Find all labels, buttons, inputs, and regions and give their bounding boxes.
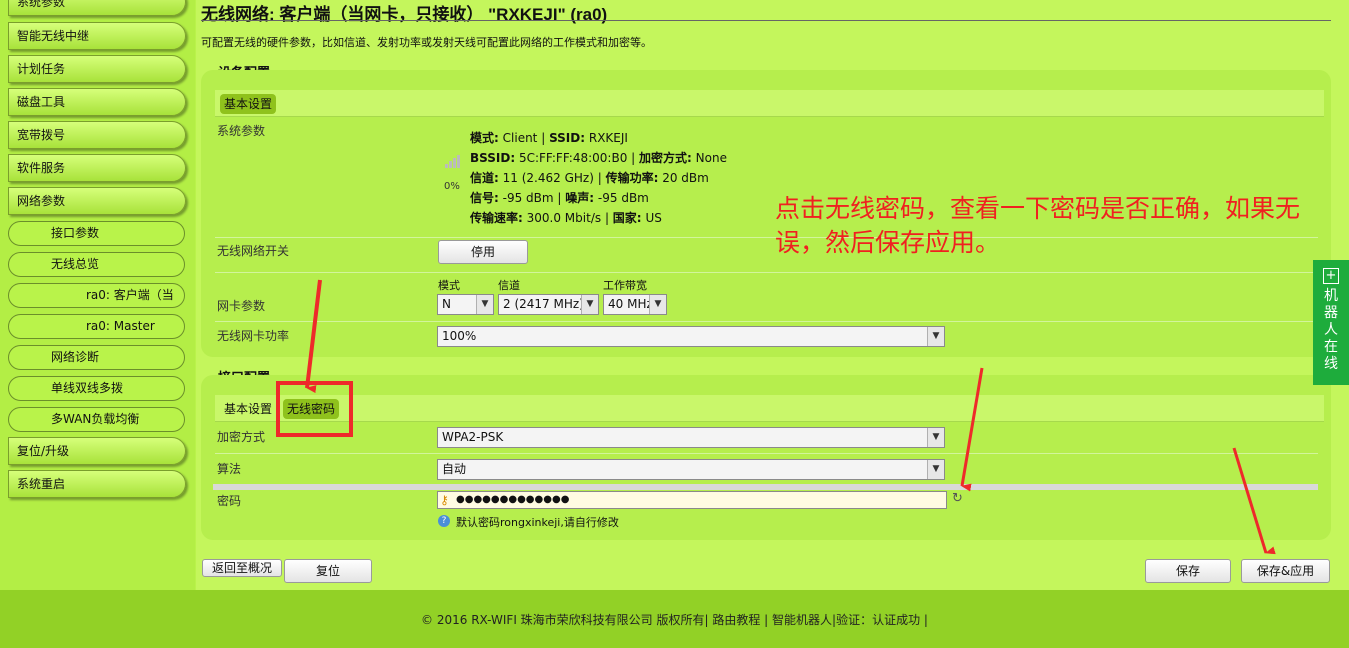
page-description: 可配置无线的硬件参数，比如信道、发射功率或发射天线可配置此网络的工作模式和加密等… bbox=[201, 36, 652, 49]
save-button[interactable]: 保存 bbox=[1145, 559, 1231, 583]
sidebar-item-pppoe[interactable]: 宽带拨号 bbox=[8, 121, 186, 149]
sidebar-subitem-interfaces[interactable]: 接口参数 bbox=[8, 221, 185, 246]
sidebar-item-reset-upgrade[interactable]: 复位/升级 bbox=[8, 437, 186, 465]
sidebar-item-reboot[interactable]: 系统重启 bbox=[8, 470, 186, 498]
mode-value: Client bbox=[502, 131, 538, 145]
mode-column-label: 模式 bbox=[438, 279, 460, 292]
password-input[interactable]: ⚷ ●●●●●●●●●●●●● bbox=[437, 491, 947, 509]
signal-value: -95 dBm bbox=[502, 191, 554, 205]
ssid-value: RXKEJI bbox=[588, 131, 628, 145]
sidebar-item-scheduled-tasks[interactable]: 计划任务 bbox=[8, 55, 186, 83]
highlight-box bbox=[276, 381, 353, 437]
bssid-value: 5C:FF:FF:48:00:B0 bbox=[518, 151, 628, 165]
power-label: 无线网卡功率 bbox=[217, 329, 290, 343]
channel-select[interactable]: 2 (2417 MHz) ▼ bbox=[498, 294, 599, 315]
rate-value: 300.0 Mbit/s bbox=[526, 211, 602, 225]
device-tabbar: 基本设置 bbox=[215, 90, 1324, 117]
chevron-down-icon: ▼ bbox=[927, 428, 944, 447]
enc-value: None bbox=[695, 151, 727, 165]
sidebar-subitem-multi-dial[interactable]: 单线双线多拨 bbox=[8, 376, 185, 401]
encryption-select[interactable]: WPA2-PSK ▼ bbox=[437, 427, 945, 448]
sidebar-item-disk-tools[interactable]: 磁盘工具 bbox=[8, 88, 186, 116]
country-value: US bbox=[645, 211, 662, 225]
chevron-down-icon: ▼ bbox=[476, 295, 493, 314]
tab-basic-settings[interactable]: 基本设置 bbox=[220, 399, 276, 419]
row-divider bbox=[215, 321, 1318, 322]
wifi-switch-label: 无线网络开关 bbox=[217, 244, 290, 258]
algorithm-select[interactable]: 自动 ▼ bbox=[437, 459, 945, 480]
sidebar-subitem-wireless-overview[interactable]: 无线总览 bbox=[8, 252, 185, 277]
row-divider bbox=[215, 272, 1318, 273]
scroll-divider bbox=[213, 484, 1318, 490]
tab-basic-settings[interactable]: 基本设置 bbox=[220, 94, 277, 114]
signal-key: 信号: bbox=[470, 191, 499, 205]
sidebar: 系统参数 智能无线中继 计划任务 磁盘工具 宽带拨号 软件服务 网络参数 接口参… bbox=[0, 0, 195, 590]
password-label: 密码 bbox=[217, 494, 242, 508]
reveal-password-icon[interactable]: ↻ bbox=[952, 492, 966, 506]
power-select[interactable]: 100% ▼ bbox=[437, 326, 945, 347]
robot-online-label: 机器人在线 bbox=[1324, 288, 1338, 372]
chevron-down-icon: ▼ bbox=[581, 295, 598, 314]
password-hint: 默认密码rongxinkeji,请自行修改 bbox=[456, 516, 619, 529]
ssid-key: SSID: bbox=[549, 131, 586, 145]
channel-value: 11 (2.462 GHz) bbox=[502, 171, 594, 185]
sidebar-subitem-diagnostics[interactable]: 网络诊断 bbox=[8, 345, 185, 370]
sidebar-subitem-ra0-client[interactable]: ra0: 客户端（当 bbox=[8, 283, 185, 308]
country-key: 国家: bbox=[612, 211, 642, 225]
sidebar-subitem-multiwan[interactable]: 多WAN负载均衡 bbox=[8, 407, 185, 432]
row-divider bbox=[215, 453, 1318, 454]
status-info: 模式: Client | SSID: RXKEJI BSSID: 5C:FF:F… bbox=[470, 131, 727, 225]
info-icon: ? bbox=[438, 515, 450, 527]
footer-text: © 2016 RX-WIFI 珠海市荣欣科技有限公司 版权所有| 路由教程 | … bbox=[421, 613, 928, 627]
channel-key: 信道: bbox=[470, 171, 499, 185]
signal-percent: 0% bbox=[444, 181, 460, 192]
txpower-value: 20 dBm bbox=[662, 171, 709, 185]
mode-select[interactable]: N ▼ bbox=[437, 294, 494, 315]
page-title: 无线网络: 客户端（当网卡，只接收） "RXKEJI" (ra0) bbox=[201, 5, 608, 24]
key-icon: ⚷ bbox=[440, 493, 449, 507]
chevron-down-icon: ▼ bbox=[649, 295, 666, 314]
txpower-key: 传输功率: bbox=[605, 171, 659, 185]
main-content: 无线网络: 客户端（当网卡，只接收） "RXKEJI" (ra0) 可配置无线的… bbox=[196, 0, 1349, 590]
footer: © 2016 RX-WIFI 珠海市荣欣科技有限公司 版权所有| 路由教程 | … bbox=[0, 590, 1349, 648]
mode-key: 模式: bbox=[470, 131, 499, 145]
iface-config-panel: 基本设置 无线密码 bbox=[201, 375, 1331, 540]
sidebar-item-smart-repeater[interactable]: 智能无线中继 bbox=[8, 22, 186, 50]
back-to-overview-button[interactable]: 返回至概况 bbox=[202, 559, 282, 577]
bandwidth-select[interactable]: 40 MHz ▼ bbox=[603, 294, 667, 315]
robot-online-widget[interactable]: + 机器人在线 bbox=[1313, 260, 1349, 385]
iface-tabbar: 基本设置 无线密码 bbox=[215, 395, 1324, 422]
noise-value: -95 dBm bbox=[597, 191, 649, 205]
channel-column-label: 信道 bbox=[498, 279, 520, 292]
enc-key: 加密方式: bbox=[639, 151, 692, 165]
sidebar-item-software-services[interactable]: 软件服务 bbox=[8, 154, 186, 182]
encryption-label: 加密方式 bbox=[217, 430, 266, 444]
save-apply-button[interactable]: 保存&应用 bbox=[1241, 559, 1330, 583]
tutorial-annotation: 点击无线密码，查看一下密码是否正确，如果无误，然后保存应用。 bbox=[775, 194, 1301, 257]
nic-params-label: 网卡参数 bbox=[217, 299, 266, 313]
sidebar-item-network-params[interactable]: 网络参数 bbox=[8, 187, 186, 215]
algorithm-label: 算法 bbox=[217, 462, 242, 476]
rate-key: 传输速率: bbox=[470, 211, 523, 225]
noise-key: 噪声: bbox=[565, 191, 595, 205]
sidebar-item-system-params[interactable]: 系统参数 bbox=[8, 0, 186, 16]
sidebar-subitem-ra0-master[interactable]: ra0: Master bbox=[8, 314, 185, 339]
disable-button[interactable]: 停用 bbox=[438, 240, 528, 264]
signal-icon bbox=[444, 153, 462, 169]
bssid-key: BSSID: bbox=[470, 151, 516, 165]
chevron-down-icon: ▼ bbox=[927, 460, 944, 479]
chevron-down-icon: ▼ bbox=[927, 327, 944, 346]
width-column-label: 工作带宽 bbox=[603, 279, 647, 292]
title-divider bbox=[201, 20, 1331, 21]
system-params-label: 系统参数 bbox=[217, 124, 266, 138]
plus-icon: + bbox=[1323, 268, 1339, 284]
reset-button[interactable]: 复位 bbox=[284, 559, 372, 583]
